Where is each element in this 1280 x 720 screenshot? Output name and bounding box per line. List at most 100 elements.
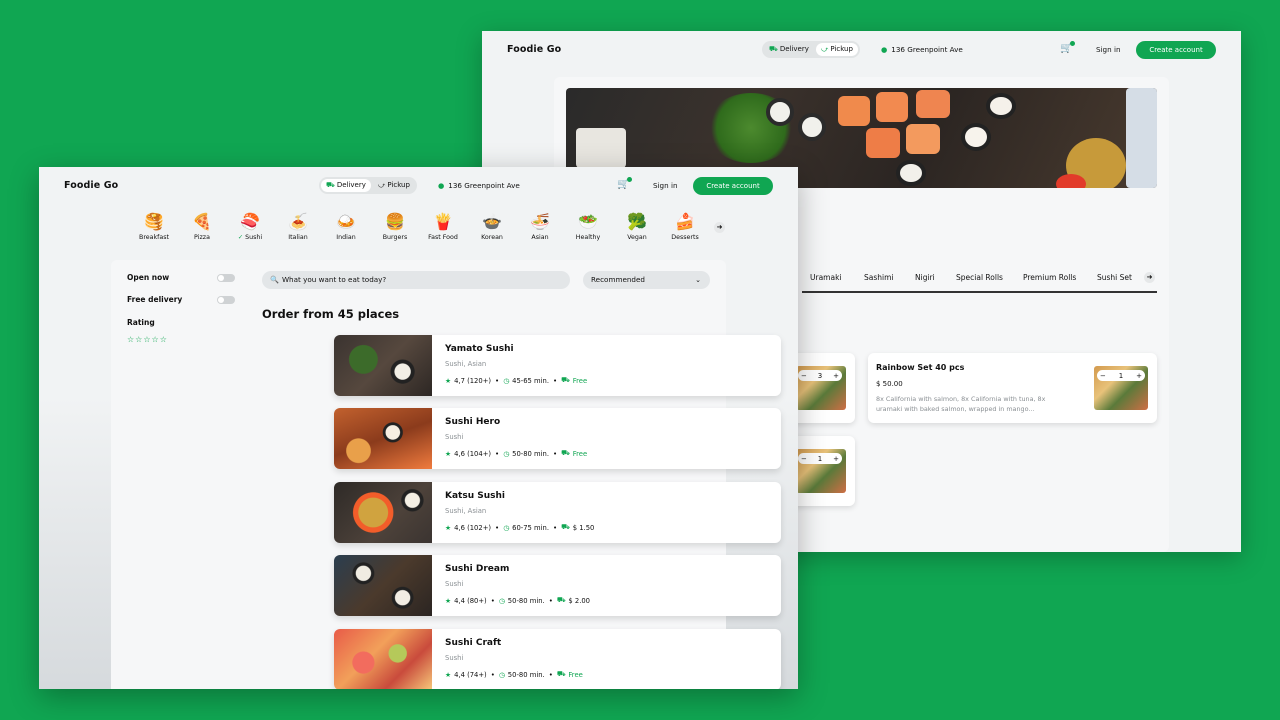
category-fast-food[interactable]: 🍟 Fast Food	[418, 212, 468, 241]
delivery-time: 45-65 min.	[512, 376, 550, 385]
delivery-time: 50-80 min.	[507, 670, 545, 679]
restaurant-rating: 4,6 (102+)	[454, 523, 492, 532]
category-label-text: Korean	[481, 234, 503, 241]
sort-value: Recommended	[591, 275, 645, 284]
plus-icon[interactable]: +	[833, 372, 839, 380]
restaurant-rating: 4,4 (74+)	[454, 670, 487, 679]
restaurant-card[interactable]: Sushi Craft Sushi ★ 4,4 (74+) • ◷ 50-80 min. • ⛟…	[334, 629, 781, 689]
restaurant-name: Yamato Sushi	[445, 344, 514, 354]
category-indian[interactable]: 🍛 Indian	[321, 212, 371, 241]
category-italian[interactable]: 🍝 Italian	[273, 212, 323, 241]
sign-in-link[interactable]: Sign in	[1096, 45, 1121, 54]
tab-sashimi[interactable]: Sashimi	[864, 273, 894, 282]
arrow-right-icon[interactable]: ➜	[1144, 272, 1155, 283]
free-delivery-toggle[interactable]	[217, 296, 235, 304]
minus-icon[interactable]: −	[801, 455, 807, 463]
category-label: Breakfast	[129, 234, 179, 241]
create-account-button[interactable]: Create account	[693, 177, 773, 195]
rating-star-icons[interactable]: ☆☆☆☆☆	[127, 335, 168, 344]
restaurant-meta: ★ 4,7 (120+) • ◷ 45-65 min. • ⛟ Free	[445, 376, 587, 385]
category-label-text: Healthy	[575, 234, 601, 241]
plus-icon[interactable]: +	[833, 455, 839, 463]
delivery-option[interactable]: ⛟ Delivery	[764, 43, 814, 56]
category-label: ✓ Sushi	[225, 234, 275, 241]
category-desserts[interactable]: 🍰 Desserts	[660, 212, 710, 241]
delivery-address[interactable]: ● 136 Greenpoint Ave	[438, 181, 520, 190]
fries-icon: 🍟	[433, 212, 453, 231]
restaurant-card[interactable]: Sushi Hero Sushi ★ 4,6 (104+) • ◷ 50-80 min. • ⛟…	[334, 408, 781, 469]
vegetable-bowl-icon: 🥦	[627, 212, 647, 231]
cart-button[interactable]: 🛒	[617, 177, 633, 190]
category-label: Fast Food	[418, 234, 468, 241]
restaurant-card[interactable]: Sushi Dream Sushi ★ 4,4 (80+) • ◷ 50-80 min. • ⛟…	[334, 555, 781, 616]
pickup-option[interactable]: ⤻ Pickup	[815, 43, 858, 56]
clock-icon: ◷	[498, 670, 505, 679]
pickup-option[interactable]: ⤻ Pickup	[373, 179, 415, 192]
tab-premium-rolls[interactable]: Premium Rolls	[1023, 273, 1076, 282]
category-label: Desserts	[660, 234, 710, 241]
cart-button[interactable]: 🛒	[1060, 41, 1076, 54]
logo-accent-text: Go	[546, 44, 562, 55]
restaurant-name: Sushi Dream	[445, 564, 510, 574]
app-logo[interactable]: Foodie Go	[507, 44, 561, 55]
restaurant-card[interactable]: Yamato Sushi Sushi, Asian ★ 4,7 (120+) • ◷ 45-…	[334, 335, 781, 396]
delivery-address[interactable]: ● 136 Greenpoint Ave	[881, 45, 963, 54]
category-label: Indian	[321, 234, 371, 241]
dish-price: $ 50.00	[876, 380, 903, 388]
restaurant-image	[334, 482, 432, 543]
tab-sushi-set[interactable]: Sushi Set	[1097, 273, 1132, 282]
create-account-button[interactable]: Create account	[1136, 41, 1216, 59]
bike-icon: ⛟	[561, 376, 570, 384]
pickup-label: Pickup	[830, 45, 853, 53]
delivery-mode-toggle: ⛟ Delivery ⤻ Pickup	[762, 41, 860, 58]
bike-icon: ⛟	[561, 449, 570, 457]
app-logo[interactable]: Foodie Go	[64, 180, 118, 191]
bike-icon: ⛟	[556, 596, 566, 604]
search-input[interactable]: 🔍 What you want to eat today?	[262, 271, 570, 289]
tab-nigiri[interactable]: Nigiri	[915, 273, 935, 282]
sort-select[interactable]: Recommended ⌄	[583, 271, 710, 289]
delivery-option[interactable]: ⛟ Delivery	[321, 179, 371, 192]
separator-dot: •	[548, 670, 553, 679]
category-sushi[interactable]: 🍣 ✓ Sushi	[225, 212, 275, 241]
sign-in-link[interactable]: Sign in	[653, 181, 678, 190]
quantity-value: 1	[817, 454, 823, 463]
quantity-stepper[interactable]: − 3 +	[798, 370, 842, 381]
category-vegan[interactable]: 🥦 Vegan	[612, 212, 662, 241]
category-label-text: Pizza	[194, 234, 210, 241]
restaurant-rating: 4,7 (120+)	[454, 376, 492, 385]
walk-icon: ⤻	[377, 181, 386, 189]
category-pizza[interactable]: 🍕 Pizza	[177, 212, 227, 241]
minus-icon[interactable]: −	[1100, 372, 1106, 380]
open-now-toggle[interactable]	[217, 274, 235, 282]
open-now-label: Open now	[127, 273, 170, 282]
restaurant-meta: ★ 4,4 (74+) • ◷ 50-80 min. • ⛟ Free	[445, 670, 583, 679]
arrow-right-icon[interactable]: ➜	[714, 222, 725, 233]
category-label-text: Italian	[288, 234, 308, 241]
ramen-icon: 🍜	[530, 212, 550, 231]
category-breakfast[interactable]: 🥞 Breakfast	[129, 212, 179, 241]
top-navbar: Foodie Go ⛟ Delivery ⤻ Pickup ● 136 Greenpo…	[482, 31, 1241, 69]
category-healthy[interactable]: 🥗 Healthy	[563, 212, 613, 241]
tab-special-rolls[interactable]: Special Rolls	[956, 273, 1003, 282]
results-panel: Open now Free delivery Rating ☆☆☆☆☆ 🔍 Wha…	[111, 260, 781, 689]
restaurant-card[interactable]: Katsu Sushi Sushi, Asian ★ 4,6 (102+) • ◷ 60-7…	[334, 482, 781, 543]
category-korean[interactable]: 🍲 Korean	[467, 212, 517, 241]
quantity-stepper[interactable]: − 1 +	[1097, 370, 1145, 381]
plus-icon[interactable]: +	[1136, 372, 1142, 380]
category-asian[interactable]: 🍜 Asian	[515, 212, 565, 241]
minus-icon[interactable]: −	[801, 372, 807, 380]
delivery-fee: Free	[568, 670, 583, 679]
category-label-text: Sushi	[245, 234, 263, 241]
category-burgers[interactable]: 🍔 Burgers	[370, 212, 420, 241]
quantity-stepper[interactable]: − 1 +	[798, 453, 842, 464]
category-label-text: Vegan	[627, 234, 647, 241]
tab-uramaki[interactable]: Uramaki	[810, 273, 842, 282]
menu-category-tabs: Uramaki Sashimi Nigiri Special Rolls Pre…	[802, 267, 1157, 293]
burger-icon: 🍔	[385, 212, 405, 231]
dish-card-rainbow-set[interactable]: Rainbow Set 40 pcs $ 50.00 8x California…	[868, 353, 1157, 423]
category-label-text: Burgers	[382, 234, 408, 241]
category-label: Asian	[515, 234, 565, 241]
separator-dot: •	[553, 523, 558, 532]
category-label: Vegan	[612, 234, 662, 241]
